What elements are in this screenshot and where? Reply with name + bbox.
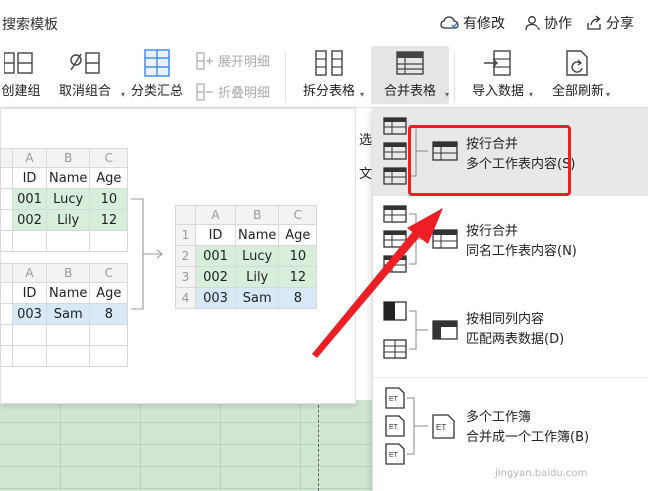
merge-preview-card: ABC ID Name Age 001 Lucy 10 002 Lily 12 ABC ID… bbox=[0, 108, 356, 404]
import-data-label: 导入数据 bbox=[471, 84, 524, 99]
split-table-button[interactable]: 拆分表格 bbox=[293, 46, 365, 104]
watermark: jingyan.baidu.com bbox=[495, 468, 588, 479]
collapse-detail-button[interactable]: 折叠明细 bbox=[196, 82, 270, 101]
side-panel-char-1: 选 bbox=[359, 133, 373, 148]
create-group-icon bbox=[4, 52, 33, 74]
create-group-button[interactable]: 创建组 bbox=[0, 46, 42, 104]
refresh-all-icon bbox=[566, 50, 588, 76]
side-panel-edge: 选 文 bbox=[356, 108, 372, 400]
cloud-icon bbox=[440, 16, 459, 29]
source-table-1: ABC ID Name Age 001 Lucy 10 002 Lily 12 bbox=[0, 148, 129, 252]
ungroup-label: 取消组合 bbox=[58, 84, 111, 99]
match-by-column-label: 按相同列内容 匹配两表数据(D) bbox=[466, 312, 565, 347]
merge-workbooks-label: 多个工作簿 合并成一个工作簿(B) bbox=[466, 410, 590, 445]
collab-button[interactable]: 协作 bbox=[525, 13, 572, 33]
ungroup-button[interactable]: 取消组合 bbox=[47, 46, 123, 104]
refresh-all-button[interactable]: 全部刷新 bbox=[540, 46, 616, 104]
merge-workbooks-item[interactable]: ET ET ET ET 多个工作簿 合并成一个工作簿(B) bbox=[373, 378, 648, 478]
page-break-line bbox=[318, 400, 319, 491]
search-template-input[interactable]: 搜索模板 bbox=[2, 14, 58, 34]
title-bar: 搜索模板 有修改 协作 分享 bbox=[0, 0, 648, 44]
share-label: 分享 bbox=[606, 16, 634, 32]
modified-status-button[interactable]: 有修改 bbox=[440, 13, 505, 33]
side-panel-char-2: 文 bbox=[359, 167, 373, 182]
ribbon-divider bbox=[454, 52, 455, 102]
subtotal-button[interactable]: 分类汇总 bbox=[125, 46, 189, 104]
merge-rows-same-name-sheets-item[interactable]: 按行合并 同名工作表内容(N) bbox=[373, 196, 648, 286]
collapse-detail-label: 折叠明细 bbox=[218, 86, 271, 101]
modified-label: 有修改 bbox=[463, 16, 505, 32]
expand-detail-icon bbox=[196, 51, 213, 70]
sheet-grid[interactable] bbox=[0, 400, 372, 491]
merge-dropdown-caret-icon: ▾ bbox=[445, 90, 450, 99]
share-icon bbox=[587, 15, 601, 30]
highlight-box bbox=[408, 125, 571, 196]
subtotal-icon bbox=[144, 49, 170, 77]
merge-table-icon bbox=[396, 51, 424, 75]
subtotal-label: 分类汇总 bbox=[130, 84, 183, 99]
split-table-icon bbox=[315, 50, 343, 76]
svg-text:ET: ET bbox=[389, 452, 399, 459]
result-table: ABC 1 ID Name Age 2 001 Lucy 10 3 002 Lily 12 4 00… bbox=[175, 205, 318, 309]
collapse-detail-icon bbox=[196, 82, 213, 101]
expand-detail-button[interactable]: 展开明细 bbox=[196, 51, 270, 70]
merge-workbooks-icon: ET ET ET ET bbox=[385, 387, 455, 465]
ungroup-icon bbox=[70, 52, 100, 74]
svg-text:ET: ET bbox=[436, 423, 446, 432]
merge-rows-same-name-sheets-label: 按行合并 同名工作表内容(N) bbox=[466, 224, 577, 259]
ribbon-toolbar: 创建组 取消组合 分类汇总 展开明细 折叠明细 拆分表格 合并表格 导入数据 全… bbox=[0, 44, 648, 108]
create-group-label: 创建组 bbox=[1, 84, 41, 99]
import-dropdown-caret-icon: ▾ bbox=[529, 90, 534, 99]
collab-user-icon bbox=[525, 16, 540, 31]
expand-detail-label: 展开明细 bbox=[218, 55, 271, 70]
split-table-label: 拆分表格 bbox=[302, 84, 355, 99]
merge-table-label: 合并表格 bbox=[383, 84, 436, 99]
split-dropdown-caret-icon: ▾ bbox=[360, 90, 365, 99]
ungroup-dropdown-caret-icon: ▾ bbox=[121, 90, 126, 99]
collab-label: 协作 bbox=[544, 16, 572, 32]
match-columns-icon bbox=[383, 301, 458, 359]
merge-bracket-arrow-icon bbox=[131, 198, 163, 310]
source-table-2: ABC ID Name Age 003 Sam 8 bbox=[0, 263, 129, 367]
import-data-button[interactable]: 导入数据 bbox=[460, 46, 536, 104]
merge-table-button[interactable]: 合并表格 bbox=[371, 46, 449, 104]
svg-text:ET: ET bbox=[389, 424, 399, 431]
svg-text:ET: ET bbox=[389, 396, 399, 403]
refresh-all-label: 全部刷新 bbox=[551, 84, 604, 99]
ribbon-divider bbox=[285, 52, 286, 102]
match-by-column-item[interactable]: 按相同列内容 匹配两表数据(D) bbox=[373, 286, 648, 376]
refresh-dropdown-caret-icon: ▾ bbox=[606, 90, 611, 99]
share-button[interactable]: 分享 bbox=[586, 13, 634, 33]
import-data-icon bbox=[484, 50, 511, 76]
merge-same-name-sheets-icon bbox=[383, 205, 458, 273]
